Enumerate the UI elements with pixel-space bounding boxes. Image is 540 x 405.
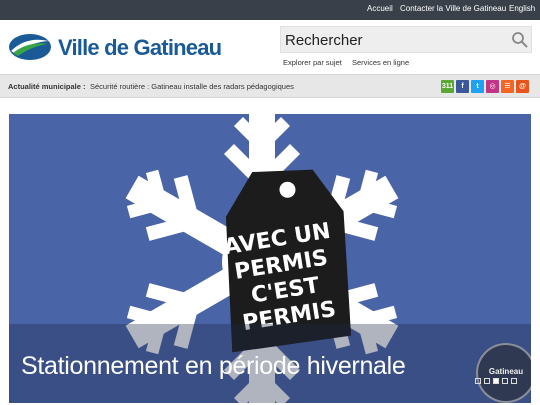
nav-link-english[interactable]: English xyxy=(509,4,535,13)
twitter-icon[interactable]: t xyxy=(471,80,484,93)
news-bar: Actualité municipale : Sécurité routière… xyxy=(0,74,540,98)
logo-text[interactable]: Ville de Gatineau xyxy=(58,35,222,61)
online-services-link[interactable]: Services en ligne xyxy=(352,58,409,67)
carousel-dot[interactable] xyxy=(475,378,481,384)
city-badge: Gatineau xyxy=(476,343,531,403)
hero-carousel[interactable]: AVEC UN PERMIS C'EST PERMIS Stationnemen… xyxy=(9,114,531,403)
nav-link-home[interactable]: Accueil xyxy=(367,4,393,13)
news-label: Actualité municipale : xyxy=(8,82,86,91)
instagram-icon[interactable]: ◎ xyxy=(486,80,499,93)
carousel-dot[interactable] xyxy=(502,378,508,384)
rss-icon[interactable]: ☰ xyxy=(501,80,514,93)
311-icon[interactable]: 311 xyxy=(441,80,454,93)
site-header: Ville de Gatineau Explorer par sujet Ser… xyxy=(0,20,540,74)
search-input[interactable] xyxy=(285,30,505,50)
badge-text: Gatineau xyxy=(488,367,524,376)
news-headline-link[interactable]: Sécurité routière : Gatineau installe de… xyxy=(90,82,294,91)
top-nav-bar: Accueil Contacter la Ville de Gatineau E… xyxy=(0,0,540,20)
facebook-icon[interactable]: f xyxy=(456,80,469,93)
nav-link-contact[interactable]: Contacter la Ville de Gatineau xyxy=(400,4,506,13)
explore-by-topic-link[interactable]: Explorer par sujet xyxy=(283,58,342,67)
hero-title[interactable]: Stationnement en période hivernale xyxy=(21,352,406,381)
carousel-dot-active[interactable] xyxy=(493,378,499,384)
search-box xyxy=(280,26,532,53)
carousel-dot[interactable] xyxy=(511,378,517,384)
email-icon[interactable]: @ xyxy=(516,80,529,93)
carousel-dot[interactable] xyxy=(484,378,490,384)
search-icon[interactable] xyxy=(511,31,529,49)
city-logo-icon[interactable] xyxy=(8,32,52,62)
